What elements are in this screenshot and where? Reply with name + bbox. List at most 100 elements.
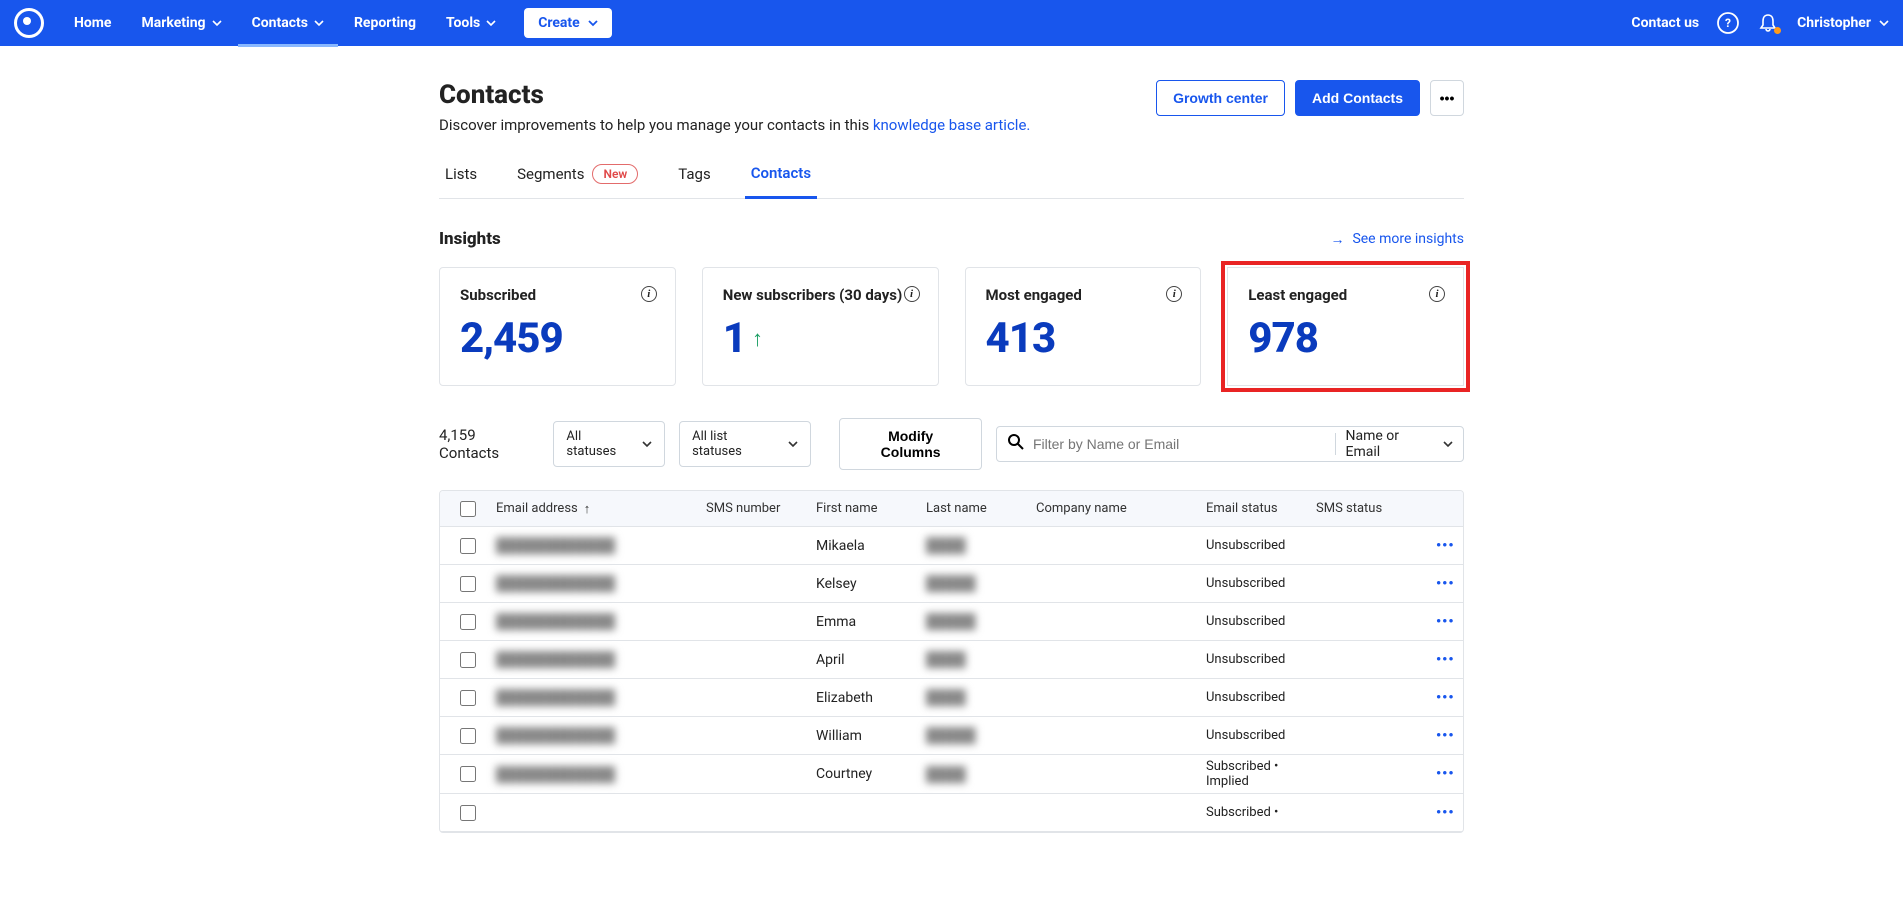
cell-email: ████████████ xyxy=(496,762,706,787)
row-actions-button[interactable]: ••• xyxy=(1436,728,1460,744)
cell-first: Mikaela xyxy=(816,534,926,558)
insight-card[interactable]: Most engaged i 413 xyxy=(965,267,1202,386)
insight-card-value: 413 xyxy=(986,314,1181,363)
th-company[interactable]: Company name xyxy=(1036,497,1206,520)
table-row[interactable]: ████████████ Emma █████ Unsubscribed ••• xyxy=(440,603,1463,641)
create-button[interactable]: Create xyxy=(524,8,612,38)
cell-sms-status xyxy=(1316,694,1436,702)
kb-article-link[interactable]: knowledge base article. xyxy=(873,116,1030,134)
row-actions-button[interactable]: ••• xyxy=(1436,576,1460,592)
insight-card-value: 1↑ xyxy=(723,314,918,363)
help-icon[interactable]: ? xyxy=(1717,12,1739,34)
brand-logo[interactable] xyxy=(14,8,60,38)
cell-company xyxy=(1036,809,1206,817)
contact-us-link[interactable]: Contact us xyxy=(1631,15,1699,31)
insight-card[interactable]: Subscribed i 2,459 xyxy=(439,267,676,386)
row-actions-button[interactable]: ••• xyxy=(1436,652,1460,668)
info-icon[interactable]: i xyxy=(904,286,920,302)
insight-card-label: Least engaged xyxy=(1248,286,1443,304)
cell-email xyxy=(496,809,706,817)
row-actions-button[interactable]: ••• xyxy=(1436,614,1460,630)
table-row[interactable]: ████████████ Kelsey █████ Unsubscribed •… xyxy=(440,565,1463,603)
row-actions-button[interactable]: ••• xyxy=(1436,538,1460,554)
info-icon[interactable]: i xyxy=(1429,286,1445,302)
cell-email-status: Unsubscribed xyxy=(1206,572,1316,595)
table-row[interactable]: ████████████ William █████ Unsubscribed … xyxy=(440,717,1463,755)
nav-marketing[interactable]: Marketing xyxy=(127,0,235,46)
row-checkbox[interactable] xyxy=(460,690,476,706)
insight-card-label: New subscribers (30 days) xyxy=(723,286,918,304)
table-row[interactable]: ████████████ Mikaela ████ Unsubscribed •… xyxy=(440,527,1463,565)
cell-email-status: Unsubscribed xyxy=(1206,648,1316,671)
filter-input[interactable] xyxy=(1025,436,1325,452)
insight-card[interactable]: Least engaged i 978 xyxy=(1227,267,1464,386)
contacts-count: 4,159 Contacts xyxy=(439,426,539,462)
nav-reporting[interactable]: Reporting xyxy=(340,0,430,46)
filter-mode-select[interactable]: Name or Email xyxy=(1346,428,1453,460)
user-menu[interactable]: Christopher xyxy=(1797,15,1889,31)
row-actions-button[interactable]: ••• xyxy=(1436,766,1460,782)
cell-sms xyxy=(706,580,816,588)
cell-first: William xyxy=(816,724,926,748)
cell-company xyxy=(1036,770,1206,778)
row-checkbox[interactable] xyxy=(460,576,476,592)
table-row[interactable]: Subscribed • ••• xyxy=(440,794,1463,832)
cell-email: ████████████ xyxy=(496,609,706,634)
table-row[interactable]: ████████████ April ████ Unsubscribed ••• xyxy=(440,641,1463,679)
cell-last: ████ xyxy=(926,685,1036,710)
nav-home[interactable]: Home xyxy=(60,0,125,46)
row-actions-button[interactable]: ••• xyxy=(1436,690,1460,706)
cell-first: Elizabeth xyxy=(816,686,926,710)
modify-columns-button[interactable]: Modify Columns xyxy=(839,418,982,470)
tab-tags[interactable]: Tags xyxy=(672,156,716,198)
cell-company xyxy=(1036,694,1206,702)
chevron-down-icon xyxy=(212,18,222,28)
row-checkbox[interactable] xyxy=(460,652,476,668)
insights-title: Insights xyxy=(439,229,501,249)
row-checkbox[interactable] xyxy=(460,614,476,630)
add-contacts-button[interactable]: Add Contacts xyxy=(1295,80,1420,116)
row-actions-button[interactable]: ••• xyxy=(1436,805,1460,821)
see-more-insights-link[interactable]: →See more insights xyxy=(1330,231,1464,248)
contacts-table: Email address↑ SMS number First name Las… xyxy=(439,490,1464,833)
row-checkbox[interactable] xyxy=(460,766,476,782)
row-checkbox[interactable] xyxy=(460,728,476,744)
th-first[interactable]: First name xyxy=(816,497,926,520)
th-sstatus[interactable]: SMS status xyxy=(1316,497,1436,520)
cell-sms xyxy=(706,809,816,817)
nav-tools[interactable]: Tools xyxy=(432,0,510,46)
info-icon[interactable]: i xyxy=(641,286,657,302)
insight-card[interactable]: New subscribers (30 days) i 1↑ xyxy=(702,267,939,386)
cell-email: ████████████ xyxy=(496,647,706,672)
all-statuses-select[interactable]: All statuses xyxy=(553,421,665,467)
all-list-statuses-select[interactable]: All list statuses xyxy=(679,421,811,467)
row-checkbox[interactable] xyxy=(460,538,476,554)
cell-sms-status xyxy=(1316,656,1436,664)
cell-first: Courtney xyxy=(816,762,926,786)
th-email[interactable]: Email address↑ xyxy=(496,497,706,521)
cell-last: ████ xyxy=(926,762,1036,787)
row-checkbox[interactable] xyxy=(460,805,476,821)
more-actions-button[interactable]: ••• xyxy=(1430,80,1464,116)
cell-sms xyxy=(706,656,816,664)
cell-first: April xyxy=(816,648,926,672)
chevron-down-icon xyxy=(642,439,652,449)
tab-contacts[interactable]: Contacts xyxy=(745,156,817,199)
th-estatus[interactable]: Email status xyxy=(1206,497,1316,520)
th-sms[interactable]: SMS number xyxy=(706,497,816,520)
chevron-down-icon xyxy=(788,439,798,449)
chevron-down-icon xyxy=(314,18,324,28)
cell-email: ████████████ xyxy=(496,685,706,710)
tab-segments[interactable]: SegmentsNew xyxy=(511,156,644,198)
growth-center-button[interactable]: Growth center xyxy=(1156,80,1285,116)
notifications-icon[interactable] xyxy=(1757,12,1779,34)
select-all-checkbox[interactable] xyxy=(460,501,476,517)
cell-email-status: Subscribed • xyxy=(1206,801,1316,824)
tab-lists[interactable]: Lists xyxy=(439,156,483,198)
chevron-down-icon xyxy=(1879,18,1889,28)
tabs: Lists SegmentsNew Tags Contacts xyxy=(439,156,1464,199)
th-last[interactable]: Last name xyxy=(926,497,1036,520)
nav-contacts[interactable]: Contacts xyxy=(238,0,338,46)
table-row[interactable]: ████████████ Elizabeth ████ Unsubscribed… xyxy=(440,679,1463,717)
table-row[interactable]: ████████████ Courtney ████ Subscribed • … xyxy=(440,755,1463,794)
